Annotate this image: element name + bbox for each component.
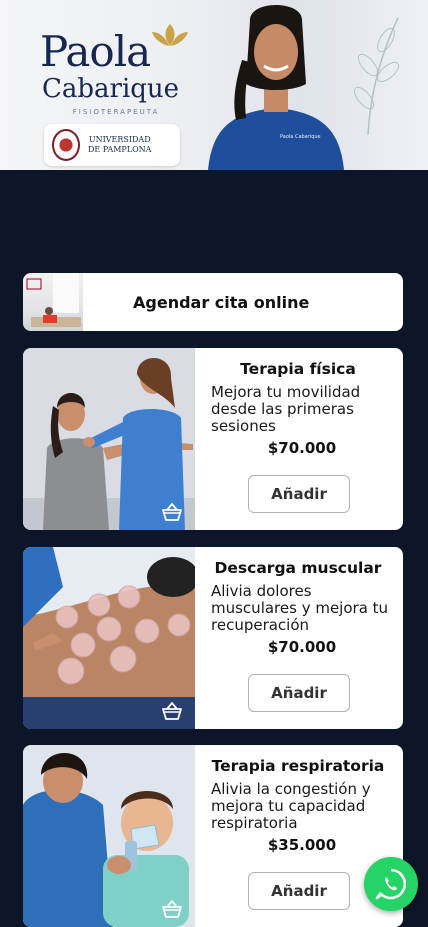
whatsapp-chat-button[interactable] xyxy=(364,857,418,911)
university-badge: UNIVERSIDAD DE PAMPLONA xyxy=(44,124,180,166)
university-name: UNIVERSIDAD DE PAMPLONA xyxy=(88,135,152,154)
add-to-cart-button[interactable]: Añadir xyxy=(248,674,350,712)
service-price: $70.000 xyxy=(267,638,337,656)
book-appointment-label: Agendar cita online xyxy=(133,292,310,312)
service-info: Descarga muscular Alivia dolores muscula… xyxy=(211,559,393,656)
service-info: Terapia física Mejora tu movilidad desde… xyxy=(211,360,393,457)
service-price: $70.000 xyxy=(267,439,337,457)
service-title: Terapia respiratoria xyxy=(211,757,385,775)
service-price: $35.000 xyxy=(267,836,337,854)
clinic-thumbnail xyxy=(23,273,83,331)
brand-tagline: FISIOTERAPEUTA xyxy=(72,108,160,116)
service-info: Terapia respiratoria Alivia la congestió… xyxy=(211,757,393,854)
brand-last-name: Cabarique xyxy=(42,74,180,104)
service-description: Alivia dolores musculares y mejora tu re… xyxy=(211,582,389,634)
book-appointment-card[interactable]: Agendar cita online xyxy=(23,273,403,331)
service-card-physical-therapy: Terapia física Mejora tu movilidad desde… xyxy=(23,348,403,530)
clinic-photo xyxy=(26,273,81,327)
service-title: Terapia física xyxy=(240,360,356,378)
service-title: Descarga muscular xyxy=(214,559,382,577)
whatsapp-icon xyxy=(375,868,407,900)
service-card-muscle-release: Descarga muscular Alivia dolores muscula… xyxy=(23,547,403,729)
service-card-respiratory-therapy: Terapia respiratoria Alivia la congestió… xyxy=(23,745,403,927)
basket-icon[interactable] xyxy=(161,701,183,721)
service-description: Alivia la congestión y mejora tu capacid… xyxy=(211,780,371,832)
hero-banner: Paola Cabarique FISIOTERAPEUTA UNIVERSID… xyxy=(0,0,428,170)
university-crest-icon xyxy=(52,129,80,161)
therapist-portrait: Paola Cabarique xyxy=(208,5,344,170)
service-description: Mejora tu movilidad desde las primeras s… xyxy=(211,383,361,435)
add-to-cart-button[interactable]: Añadir xyxy=(248,475,350,513)
basket-icon[interactable] xyxy=(161,899,183,919)
svg-text:Paola Cabarique: Paola Cabarique xyxy=(280,134,321,140)
add-to-cart-button[interactable]: Añadir xyxy=(248,872,350,910)
lotus-logo-icon xyxy=(152,24,188,46)
basket-icon[interactable] xyxy=(161,502,183,522)
brand-first-name: Paola xyxy=(40,27,151,76)
